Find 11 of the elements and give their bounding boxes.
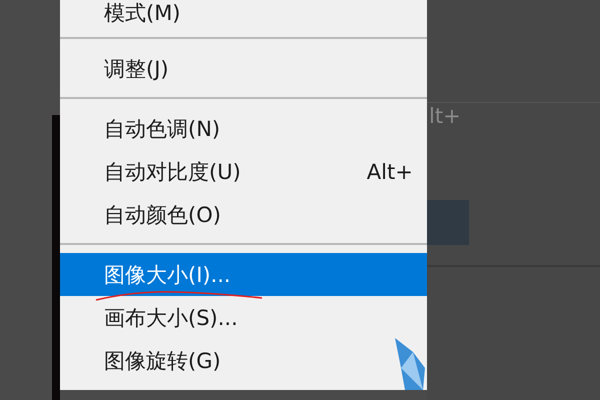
menu-item[interactable]: 自动颜色(O) <box>60 193 237 236</box>
menu-item[interactable]: 模式(M) <box>60 0 197 30</box>
menu-item[interactable]: 自动对比度(U) Alt+ <box>60 150 427 193</box>
menu-item[interactable]: 调整(J) <box>60 47 185 90</box>
menu-item[interactable]: 画布大小(S)... <box>60 296 254 339</box>
menu-item[interactable]: 图像旋转(G) <box>60 339 237 382</box>
crystal-drawing <box>393 338 427 390</box>
panel-block <box>427 200 469 245</box>
background-text: lt+ <box>429 104 461 128</box>
menu-item[interactable]: 自动色调(N) <box>60 107 236 150</box>
menu-item[interactable]: 图像大小(I)... <box>60 253 427 296</box>
